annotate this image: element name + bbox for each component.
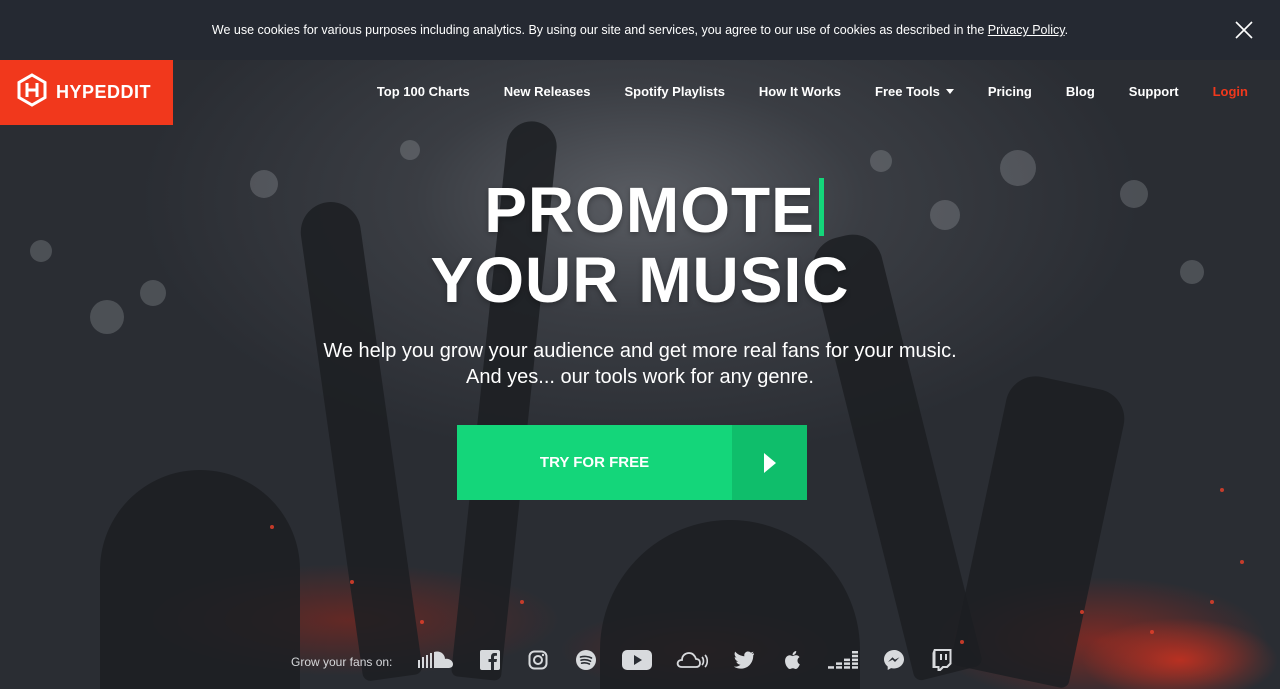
apple-icon[interactable] (780, 648, 804, 672)
facebook-icon[interactable] (478, 648, 502, 672)
nav-spotify-playlists[interactable]: Spotify Playlists (625, 84, 725, 99)
hero-headline-line2: YOUR MUSIC (430, 244, 850, 316)
soundcloud-icon[interactable] (418, 648, 454, 672)
cookie-message-end: . (1064, 23, 1069, 37)
cookie-text: We use cookies for various purposes incl… (212, 23, 1068, 37)
try-for-free-button[interactable]: TRY FOR FREE (457, 425, 807, 500)
hero-subtitle-line1: We help you grow your audience and get m… (323, 340, 957, 362)
nav-new-releases[interactable]: New Releases (504, 84, 591, 99)
brand-logo[interactable]: HYPEDDIT (0, 60, 173, 125)
youtube-icon[interactable] (622, 648, 652, 672)
hero-headline-line1: PROMOTE (0, 175, 1280, 245)
spotify-icon[interactable] (574, 648, 598, 672)
nav-blog[interactable]: Blog (1066, 84, 1095, 99)
bokeh-light (870, 150, 892, 172)
messenger-icon[interactable] (882, 648, 906, 672)
ember (1210, 600, 1214, 604)
privacy-policy-link[interactable]: Privacy Policy (988, 23, 1065, 37)
main-nav: Top 100 Charts New Releases Spotify Play… (377, 60, 1248, 122)
brand-name: HYPEDDIT (56, 82, 152, 102)
nav-how-it-works[interactable]: How It Works (759, 84, 841, 99)
nav-free-tools-label: Free Tools (875, 83, 940, 99)
nav-top-100-charts[interactable]: Top 100 Charts (377, 84, 470, 99)
ember (420, 620, 424, 624)
ember (270, 525, 274, 529)
ember (1240, 560, 1244, 564)
hero-headline-word: PROMOTE (484, 174, 815, 246)
cta-label: TRY FOR FREE (457, 425, 732, 500)
deezer-icon[interactable] (828, 648, 858, 672)
nav-login[interactable]: Login (1213, 84, 1248, 99)
close-icon[interactable] (1234, 20, 1254, 40)
bokeh-light (400, 140, 420, 160)
chevron-down-icon (945, 88, 954, 94)
ember (520, 600, 524, 604)
ember (1220, 488, 1224, 492)
nav-support[interactable]: Support (1129, 84, 1179, 99)
mixcloud-icon[interactable] (676, 648, 708, 672)
nav-pricing[interactable]: Pricing (988, 84, 1032, 99)
crowd-silhouette (100, 470, 300, 689)
twitch-icon[interactable] (930, 648, 954, 672)
grow-fans-label: Grow your fans on: (291, 655, 393, 669)
nav-free-tools[interactable]: Free Tools (875, 84, 954, 99)
cookie-message: We use cookies for various purposes incl… (211, 23, 988, 37)
ember (960, 640, 964, 644)
play-arrow-icon (732, 425, 807, 500)
hype-hex-icon (16, 73, 48, 112)
crowd-silhouette (950, 370, 1130, 689)
typing-cursor (818, 178, 824, 236)
instagram-icon[interactable] (526, 648, 550, 672)
cookie-banner: We use cookies for various purposes incl… (0, 0, 1280, 60)
twitter-icon[interactable] (732, 648, 756, 672)
ember (1080, 610, 1084, 614)
ember (1150, 630, 1154, 634)
platform-icons (418, 648, 954, 672)
ember (350, 580, 354, 584)
hero-subtitle-line2: And yes... our tools work for any genre. (466, 366, 814, 388)
